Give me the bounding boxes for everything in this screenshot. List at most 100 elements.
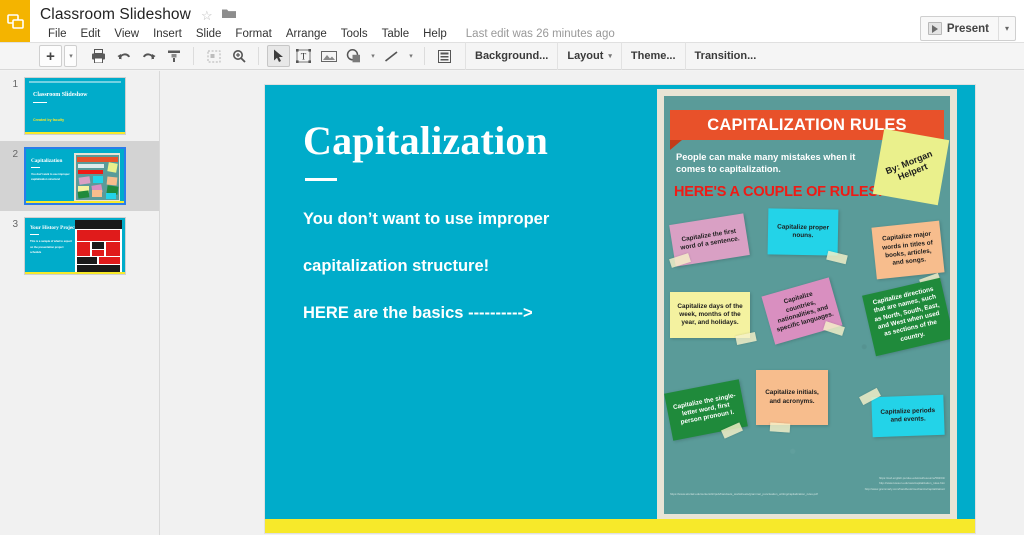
thumbnail-title: Capitalization	[31, 158, 63, 164]
filmstrip-slide-2[interactable]: 2 Capitalization You don't want to use i…	[0, 141, 159, 211]
line-dropdown[interactable]: ▾	[405, 45, 416, 67]
document-title-row: Classroom Slideshow ☆	[40, 4, 236, 26]
capitalization-rules-poster[interactable]: CAPITALIZATION RULES People can make man…	[657, 89, 957, 521]
slide-canvas-area[interactable]: Capitalization You don’t want to use imp…	[160, 71, 1024, 535]
insert-image-button[interactable]	[317, 45, 340, 67]
menu-format[interactable]: Format	[228, 27, 278, 41]
poster-byline-text: By: Morgan Helpert	[884, 148, 934, 183]
present-button-group: Present ▾	[919, 16, 1016, 41]
slide-body-text[interactable]: You don’t want to use improper capitaliz…	[303, 210, 643, 351]
slide-thumbnail[interactable]: Classroom Slideshow Created by faculty	[24, 77, 126, 135]
title-underline-rule	[305, 178, 337, 181]
current-slide[interactable]: Capitalization You don’t want to use imp…	[265, 85, 975, 533]
slide-filmstrip[interactable]: 1 Classroom Slideshow Created by faculty…	[0, 71, 160, 535]
new-slide-button[interactable]: +	[39, 45, 62, 67]
menu-view[interactable]: View	[107, 27, 146, 41]
thumbnail-canvas: Classroom Slideshow Created by faculty	[25, 78, 125, 134]
poster-credits: https://owl.english.purdue.edu/owl/resou…	[670, 476, 945, 498]
slides-glyph	[6, 14, 24, 29]
thumbnail-canvas: Capitalization You don't want to use imp…	[26, 149, 124, 203]
thumbnail-subtitle: Created by faculty	[33, 118, 65, 122]
document-title[interactable]: Classroom Slideshow	[40, 6, 191, 24]
present-dropdown-caret[interactable]: ▾	[998, 17, 1015, 40]
last-edit-status[interactable]: Last edit was 26 minutes ago	[466, 28, 615, 40]
slides-icon[interactable]	[0, 0, 30, 45]
thumbnail-subtitle: This is a sample of what to expect on th…	[30, 240, 72, 255]
svg-text:T: T	[301, 52, 307, 62]
tape-strip	[826, 250, 848, 265]
thumbnail-image	[75, 220, 122, 272]
plus-icon: +	[46, 47, 55, 65]
line-button[interactable]	[380, 45, 403, 67]
sticky-note-5: Capitalize countries, nationalities, and…	[761, 277, 843, 345]
toolbar-separator	[193, 47, 194, 65]
text-box-icon: T	[296, 49, 311, 63]
layout-view-button[interactable]	[433, 45, 456, 67]
chevron-down-icon: ▾	[409, 53, 413, 60]
filmstrip-slide-1[interactable]: 1 Classroom Slideshow Created by faculty	[0, 71, 159, 141]
google-slides-app: Classroom Slideshow ☆ File Edit View Ins…	[0, 0, 1024, 535]
theme-button[interactable]: Theme...	[622, 45, 685, 67]
background-button[interactable]: Background...	[466, 45, 557, 67]
shape-button[interactable]	[342, 45, 365, 67]
text-box-button[interactable]: T	[292, 45, 315, 67]
present-button[interactable]: Present	[921, 17, 998, 40]
paint-format-button[interactable]	[162, 45, 185, 67]
thumbnail-title: Classroom Slideshow	[33, 92, 88, 98]
filmstrip-slide-3[interactable]: 3 Your History Project This is a sample …	[0, 211, 159, 281]
menu-tools[interactable]: Tools	[334, 27, 375, 41]
zoom-button[interactable]	[227, 45, 250, 67]
slide-thumbnail[interactable]: Capitalization You don't want to use imp…	[24, 147, 126, 205]
print-icon	[92, 49, 105, 63]
select-tool-button[interactable]	[267, 45, 290, 67]
transition-button[interactable]: Transition...	[686, 45, 766, 67]
sticky-note-3: Capitalize major words in titles of book…	[871, 220, 945, 280]
shape-icon	[346, 49, 360, 63]
chevron-down-icon: ▾	[69, 53, 73, 60]
slide-title[interactable]: Capitalization	[303, 117, 633, 164]
body-line-2: capitalization structure!	[303, 256, 490, 275]
toolbar: + ▾ T ▾ ▾ Background... Layout ▾ Theme..…	[0, 42, 1024, 70]
chevron-down-icon: ▾	[1004, 24, 1009, 33]
poster-banner-title: CAPITALIZATION RULES	[707, 115, 907, 134]
fit-to-window-button[interactable]	[202, 45, 225, 67]
menu-arrange[interactable]: Arrange	[279, 27, 334, 41]
shape-dropdown[interactable]: ▾	[367, 45, 378, 67]
undo-button[interactable]	[112, 45, 135, 67]
menu-edit[interactable]: Edit	[74, 27, 108, 41]
body-line-3: HERE are the basics ---------->	[303, 303, 533, 322]
tape-strip	[769, 422, 791, 433]
menu-help[interactable]: Help	[416, 27, 454, 41]
poster-canvas: CAPITALIZATION RULES People can make man…	[664, 96, 950, 514]
star-icon[interactable]: ☆	[201, 9, 213, 22]
present-label: Present	[946, 22, 989, 35]
sticky-note-2: Capitalize proper nouns.	[767, 208, 839, 256]
menu-file[interactable]: File	[41, 27, 74, 41]
zoom-icon	[232, 50, 246, 63]
slide-number: 2	[12, 149, 18, 160]
sticky-note-8: Capitalize initials, and acronyms.	[756, 370, 828, 425]
thumbnail-subtitle: You don't want to use improper capitaliz…	[31, 173, 70, 182]
app-header: Classroom Slideshow ☆ File Edit View Ins…	[0, 0, 1024, 45]
folder-icon[interactable]	[221, 6, 236, 24]
menu-insert[interactable]: Insert	[146, 27, 189, 41]
new-slide-dropdown[interactable]: ▾	[64, 45, 77, 67]
poster-hook-text: HERE'S A COUPLE OF RULES!	[674, 184, 883, 200]
slide-thumbnail[interactable]: Your History Project This is a sample of…	[24, 217, 126, 275]
layout-button[interactable]: Layout ▾	[558, 45, 621, 67]
menu-slide[interactable]: Slide	[189, 27, 229, 41]
sticky-note-9: Capitalize periods and events.	[871, 394, 945, 438]
menu-table[interactable]: Table	[375, 27, 417, 41]
redo-icon	[142, 52, 155, 59]
chevron-down-icon: ▾	[608, 53, 612, 60]
slide-number: 1	[12, 79, 18, 90]
chevron-down-icon: ▾	[371, 53, 375, 60]
fit-to-window-icon	[207, 50, 220, 62]
folder-glyph	[221, 9, 236, 18]
play-icon	[927, 22, 942, 35]
layout-button-label: Layout	[567, 50, 604, 62]
sticky-note-6: Capitalize directions that are names, su…	[862, 277, 950, 357]
redo-button[interactable]	[137, 45, 160, 67]
paint-format-icon	[167, 50, 180, 62]
print-button[interactable]	[87, 45, 110, 67]
